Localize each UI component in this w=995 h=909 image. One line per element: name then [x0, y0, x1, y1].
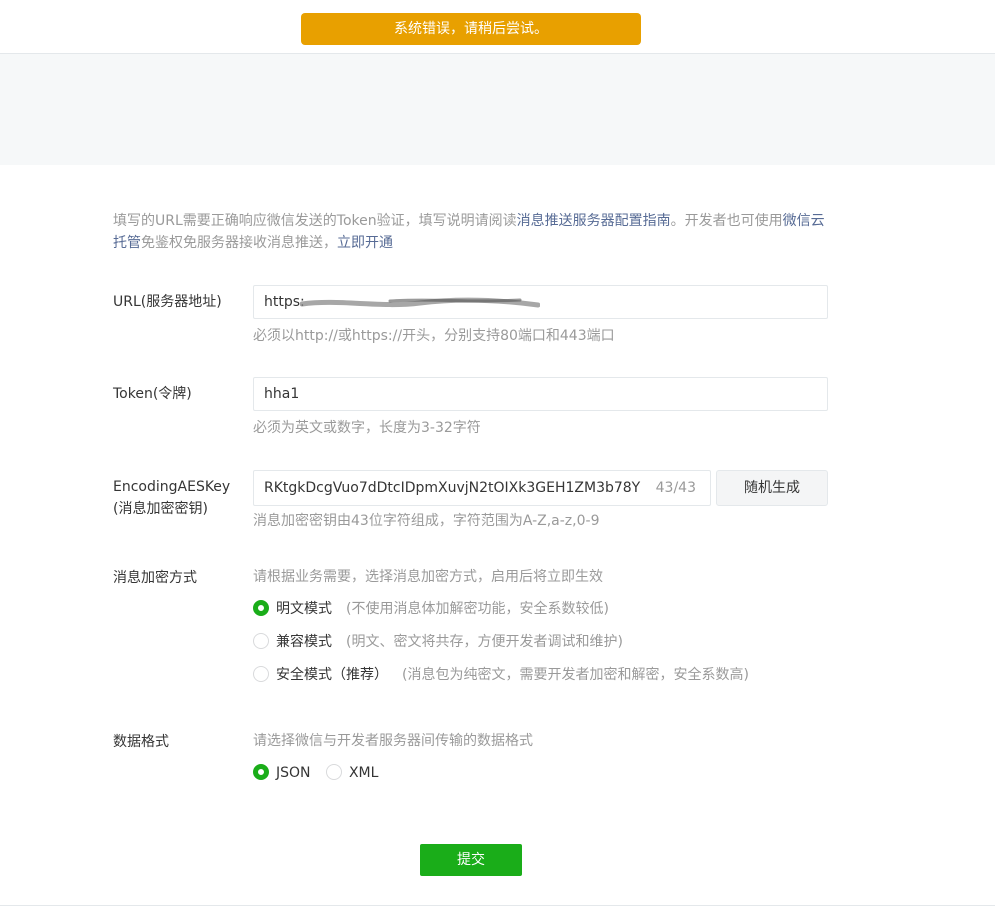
radio-unchecked-icon[interactable] [253, 633, 269, 649]
intro-text: 填写的URL需要正确响应微信发送的Token验证，填写说明请阅读消息推送服务器配… [113, 210, 833, 254]
encryption-option-secure[interactable]: 安全模式（推荐） (消息包为纯密文，需要开发者加密和解密，安全系数高) [253, 665, 749, 685]
option-desc: (明文、密文将共存，方便开发者调试和维护) [346, 634, 623, 650]
format-option-xml[interactable]: XML [325, 764, 379, 781]
aeskey-counter: 43/43 [655, 480, 696, 496]
encryption-tip: 请根据业务需要，选择消息加密方式，启用后将立即生效 [253, 569, 603, 585]
format-option-json[interactable]: JSON [253, 764, 311, 781]
option-label: 兼容模式 [276, 634, 332, 650]
aeskey-tip: 消息加密密钥由43位字符组成，字符范围为A-Z,a-z,0-9 [253, 513, 600, 529]
aeskey-label: EncodingAESKey (消息加密密钥) [113, 476, 230, 520]
header-band [0, 54, 995, 165]
url-label: URL(服务器地址) [113, 294, 222, 310]
option-desc: (消息包为纯密文，需要开发者加密和解密，安全系数高) [402, 667, 749, 683]
encryption-option-plain[interactable]: 明文模式 (不使用消息体加解密功能，安全系数较低) [253, 599, 609, 619]
radio-unchecked-icon[interactable] [325, 764, 342, 780]
redacted-mark [300, 297, 540, 308]
aeskey-input[interactable]: RKtgkDcgVuo7dDtcIDpmXuvjN2tOIXk3GEH1ZM3b… [253, 470, 711, 506]
bottom-divider [0, 905, 995, 906]
intro-middle: 。开发者也可使用 [670, 213, 783, 229]
error-toast: 系统错误，请稍后尝试。 [301, 13, 641, 45]
format-tip: 请选择微信与开发者服务器间传输的数据格式 [253, 733, 533, 749]
intro-suffix: 免鉴权免服务器接收消息推送， [141, 235, 337, 251]
token-input[interactable]: hha1 [253, 377, 828, 411]
aeskey-value: RKtgkDcgVuo7dDtcIDpmXuvjN2tOIXk3GEH1ZM3b… [264, 480, 641, 496]
radio-checked-icon[interactable] [253, 764, 269, 780]
option-label: 明文模式 [276, 601, 332, 617]
url-value: https: [264, 294, 305, 310]
url-tip: 必须以http://或https://开头，分别支持80端口和443端口 [253, 328, 615, 344]
encryption-label: 消息加密方式 [113, 570, 197, 586]
radio-checked-icon[interactable] [253, 600, 269, 616]
option-label: 安全模式（推荐） [276, 667, 388, 683]
token-tip: 必须为英文或数字，长度为3-32字符 [253, 420, 481, 436]
format-options: JSON XML [253, 763, 378, 783]
intro-prefix: 填写的URL需要正确响应微信发送的Token验证，填写说明请阅读 [113, 213, 517, 229]
open-now-link[interactable]: 立即开通 [337, 235, 393, 251]
format-label: 数据格式 [113, 734, 169, 750]
random-generate-button[interactable]: 随机生成 [716, 470, 828, 506]
submit-button[interactable]: 提交 [420, 844, 522, 876]
aeskey-label-line1: EncodingAESKey [113, 479, 231, 495]
guide-link[interactable]: 消息推送服务器配置指南 [517, 213, 671, 229]
option-desc: (不使用消息体加解密功能，安全系数较低) [346, 601, 609, 617]
option-label: JSON [276, 765, 311, 781]
radio-unchecked-icon[interactable] [253, 666, 269, 682]
aeskey-label-line2: (消息加密密钥) [113, 501, 208, 517]
encryption-option-compatible[interactable]: 兼容模式 (明文、密文将共存，方便开发者调试和维护) [253, 632, 623, 652]
option-label: XML [348, 765, 379, 781]
token-label: Token(令牌) [113, 386, 192, 402]
token-value: hha1 [264, 386, 300, 402]
